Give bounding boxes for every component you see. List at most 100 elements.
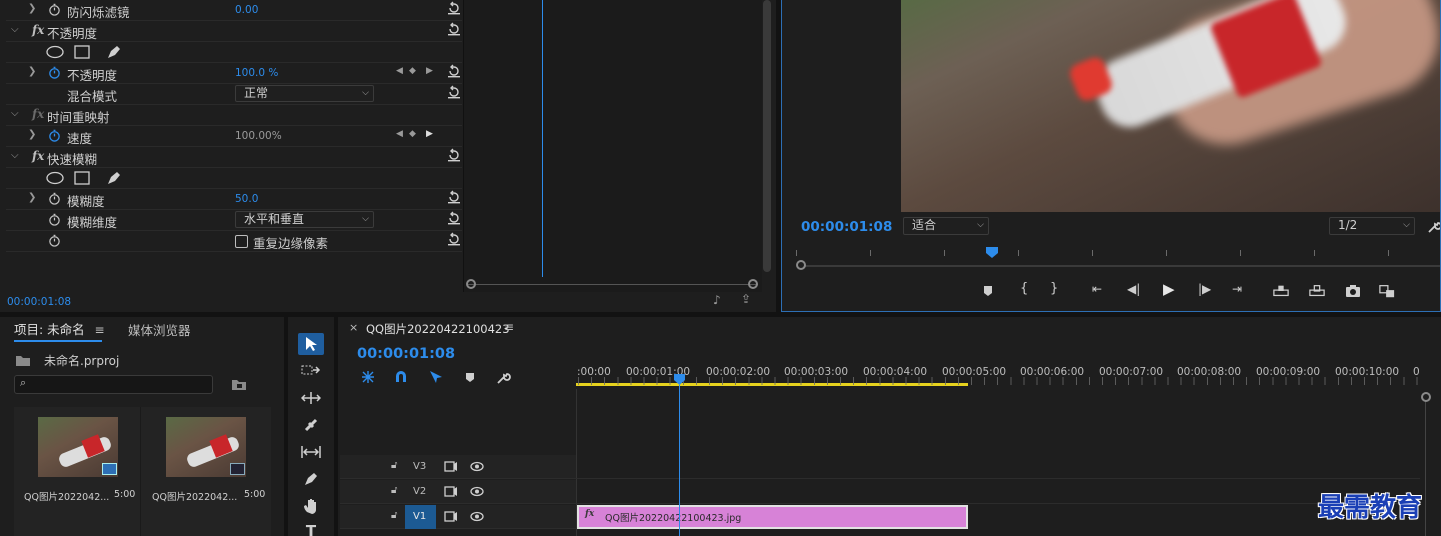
lock-icon[interactable]: 🔓︎ bbox=[391, 510, 397, 521]
nest-toggle-icon[interactable] bbox=[360, 370, 376, 384]
lock-icon[interactable]: 🔓︎ bbox=[391, 485, 397, 496]
mark-in-icon[interactable]: { bbox=[1020, 281, 1028, 296]
scrollbar-handle-right[interactable] bbox=[748, 279, 758, 289]
stopwatch-icon[interactable] bbox=[48, 192, 61, 205]
scrollbar-handle-left[interactable] bbox=[466, 279, 476, 289]
add-marker-icon[interactable] bbox=[980, 283, 996, 299]
keyframe-timeline-area[interactable] bbox=[464, 0, 762, 292]
razor-tool-icon[interactable] bbox=[298, 414, 324, 436]
property-value[interactable]: 0.00 bbox=[235, 4, 258, 16]
play-icon[interactable]: ▶ bbox=[1163, 280, 1175, 298]
reset-icon[interactable] bbox=[447, 85, 461, 99]
track-lane-v3[interactable] bbox=[576, 455, 1420, 479]
ellipse-mask-icon[interactable] bbox=[46, 171, 64, 185]
playhead-marker[interactable] bbox=[985, 246, 999, 258]
camera-icon[interactable] bbox=[1345, 283, 1361, 299]
reset-icon[interactable] bbox=[447, 190, 461, 204]
stopwatch-icon[interactable] bbox=[48, 234, 61, 247]
snap-magnet-icon[interactable] bbox=[394, 370, 408, 384]
new-bin-icon[interactable] bbox=[231, 378, 247, 391]
vertical-scrollbar[interactable] bbox=[763, 0, 771, 272]
reset-icon[interactable] bbox=[447, 148, 461, 162]
ripple-edit-tool-icon[interactable] bbox=[298, 387, 324, 409]
next-keyframe-icon[interactable]: ▶ bbox=[426, 129, 433, 139]
mark-out-icon[interactable]: } bbox=[1050, 281, 1058, 296]
repeat-edge-checkbox[interactable] bbox=[235, 235, 248, 248]
step-back-icon[interactable]: ◀| bbox=[1127, 282, 1140, 296]
project-item-thumbnail[interactable] bbox=[166, 417, 246, 477]
reset-icon[interactable] bbox=[447, 1, 461, 15]
prev-keyframe-icon[interactable]: ◀ bbox=[396, 66, 403, 76]
sync-lock-icon[interactable] bbox=[444, 486, 458, 497]
filter-audio-icon[interactable]: ♪ bbox=[713, 293, 721, 307]
reset-icon[interactable] bbox=[447, 211, 461, 225]
lock-icon[interactable]: 🔓︎ bbox=[391, 460, 397, 471]
blend-mode-dropdown[interactable]: 正常 ⌵ bbox=[235, 85, 374, 102]
fit-dropdown[interactable]: 适合 ⌵ bbox=[903, 217, 989, 235]
linked-selection-icon[interactable] bbox=[428, 369, 444, 385]
project-item[interactable]: QQ图片2022042... 5:00 bbox=[142, 407, 271, 536]
slip-tool-icon[interactable] bbox=[298, 441, 324, 463]
compare-view-icon[interactable] bbox=[1379, 283, 1395, 299]
go-to-out-icon[interactable]: ⇥ bbox=[1232, 282, 1242, 296]
program-timecode[interactable]: 00:00:01:08 bbox=[801, 219, 892, 235]
resolution-dropdown[interactable]: 1/2 ⌵ bbox=[1329, 217, 1415, 235]
reset-icon[interactable] bbox=[447, 22, 461, 36]
expand-arrow-icon[interactable]: ❯ bbox=[28, 129, 36, 140]
go-to-in-icon[interactable]: ⇤ bbox=[1092, 282, 1102, 296]
property-value[interactable]: 100.0 % bbox=[235, 67, 278, 79]
rectangle-mask-icon[interactable] bbox=[74, 45, 90, 59]
stopwatch-icon[interactable] bbox=[48, 213, 61, 226]
panel-menu-icon[interactable]: ≡ bbox=[504, 320, 514, 334]
export-icon[interactable]: ⇪ bbox=[741, 292, 751, 306]
stopwatch-active-icon[interactable] bbox=[48, 66, 61, 79]
timeline-tab-label[interactable]: QQ图片20220422100423 bbox=[366, 321, 510, 337]
project-search-input[interactable]: ⌕ bbox=[14, 375, 213, 394]
timeline-vertical-scrollbar[interactable] bbox=[1421, 392, 1431, 536]
scrollbar-handle-top[interactable] bbox=[1421, 392, 1431, 402]
property-value[interactable]: 100.00% bbox=[235, 130, 282, 142]
hand-tool-icon[interactable] bbox=[298, 495, 324, 517]
step-forward-icon[interactable]: |▶ bbox=[1198, 282, 1211, 296]
project-item-thumbnail[interactable] bbox=[38, 417, 118, 477]
lift-icon[interactable] bbox=[1273, 283, 1289, 299]
wrench-icon[interactable] bbox=[1427, 219, 1441, 234]
panel-menu-icon[interactable]: ≡ bbox=[95, 323, 105, 337]
program-ruler[interactable] bbox=[796, 244, 1440, 258]
collapse-arrow-icon[interactable]: ⌵ bbox=[11, 24, 19, 35]
sync-lock-icon[interactable] bbox=[444, 461, 458, 472]
add-marker-icon[interactable] bbox=[464, 371, 476, 383]
pen-mask-icon[interactable] bbox=[106, 170, 122, 186]
expand-arrow-icon[interactable]: ❯ bbox=[28, 3, 36, 14]
expand-arrow-icon[interactable]: ❯ bbox=[28, 66, 36, 77]
track-name[interactable]: V3 bbox=[413, 461, 426, 472]
next-keyframe-icon[interactable]: ▶ bbox=[426, 66, 433, 76]
sync-lock-icon[interactable] bbox=[444, 511, 458, 522]
track-select-tool-icon[interactable] bbox=[298, 360, 324, 382]
close-tab-icon[interactable]: × bbox=[349, 321, 358, 334]
timeline-timecode[interactable]: 00:00:01:08 bbox=[357, 346, 455, 362]
add-keyframe-icon[interactable]: ◆ bbox=[409, 129, 416, 139]
track-name[interactable]: V1 bbox=[413, 511, 426, 522]
reset-icon[interactable] bbox=[447, 64, 461, 78]
eye-icon[interactable] bbox=[470, 461, 484, 472]
reset-icon[interactable] bbox=[447, 232, 461, 246]
collapse-arrow-icon[interactable]: ⌵ bbox=[11, 150, 19, 161]
selection-tool-icon[interactable] bbox=[298, 333, 324, 355]
track-name[interactable]: V2 bbox=[413, 486, 426, 497]
video-preview[interactable] bbox=[901, 0, 1440, 212]
eye-icon[interactable] bbox=[470, 486, 484, 497]
collapse-arrow-icon[interactable]: ⌵ bbox=[11, 108, 19, 119]
property-value[interactable]: 50.0 bbox=[235, 193, 258, 205]
pen-mask-icon[interactable] bbox=[106, 44, 122, 60]
effect-controls-timecode[interactable]: 00:00:01:08 bbox=[7, 296, 71, 308]
project-item[interactable]: QQ图片2022042... 5:00 bbox=[14, 407, 141, 536]
tab-media-browser[interactable]: 媒体浏览器 bbox=[128, 320, 191, 339]
wrench-icon[interactable] bbox=[496, 370, 511, 385]
type-tool-icon[interactable]: T bbox=[298, 520, 324, 536]
blur-dimensions-dropdown[interactable]: 水平和垂直 ⌵ bbox=[235, 211, 374, 228]
scrollbar-handle-left[interactable] bbox=[796, 260, 806, 270]
prev-keyframe-icon[interactable]: ◀ bbox=[396, 129, 403, 139]
timeline-clip[interactable]: fx QQ图片20220422100423.jpg bbox=[577, 505, 968, 529]
extract-icon[interactable] bbox=[1309, 283, 1325, 299]
